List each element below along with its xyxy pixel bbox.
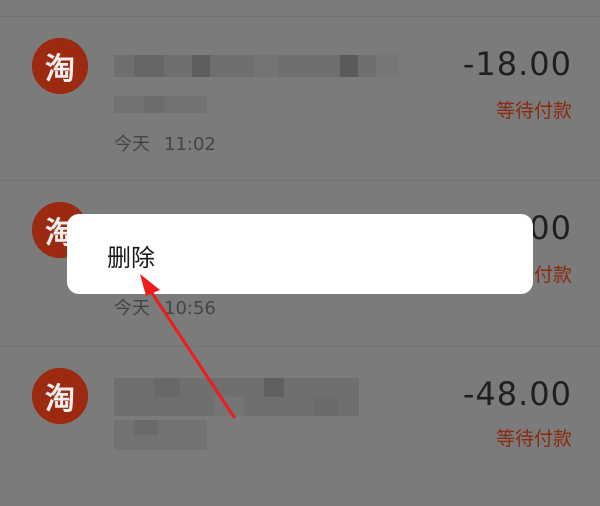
red-arrow-icon (140, 274, 236, 419)
